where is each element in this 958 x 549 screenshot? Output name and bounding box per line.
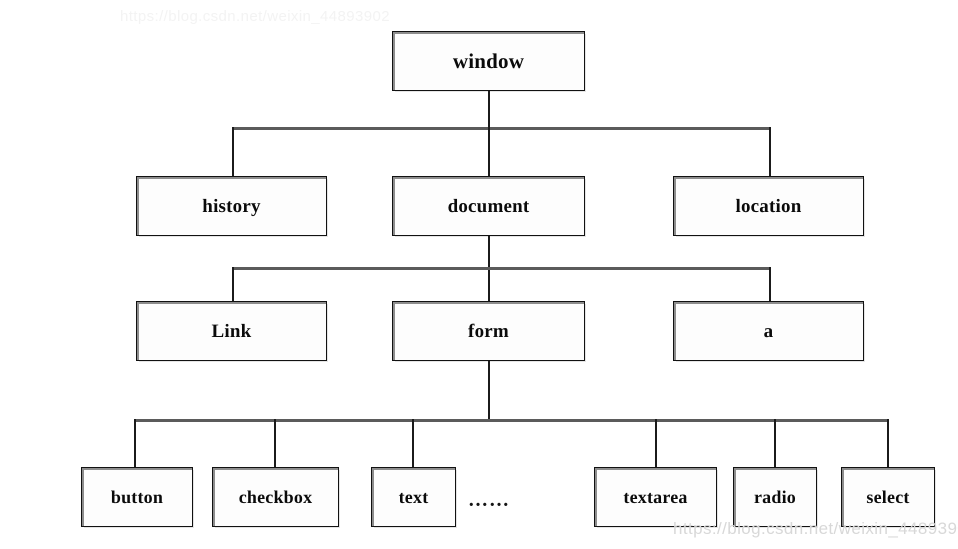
node-history-label: history	[202, 195, 261, 217]
node-link-label: Link	[211, 320, 252, 342]
node-checkbox[interactable]: checkbox	[212, 467, 339, 527]
node-location[interactable]: location	[673, 176, 864, 236]
node-window-label: window	[452, 48, 525, 73]
node-a-label: a	[763, 320, 774, 342]
node-radio-label: radio	[753, 487, 796, 507]
node-link[interactable]: Link	[136, 301, 327, 361]
node-select-label: select	[866, 487, 910, 507]
drop-to-text	[412, 419, 414, 467]
node-document-label: document	[447, 195, 530, 217]
drop-to-document	[488, 127, 490, 177]
watermark-url-ghost-top: https://blog.csdn.net/weixin_44893902	[120, 8, 390, 25]
node-history[interactable]: history	[136, 176, 327, 236]
node-select[interactable]: select	[841, 467, 935, 527]
node-form[interactable]: form	[392, 301, 585, 361]
node-button-label: button	[110, 487, 164, 507]
drop-to-history	[232, 127, 234, 177]
drop-to-a	[769, 267, 771, 302]
ellipsis-more-controls: ……	[468, 489, 510, 511]
drop-to-location	[769, 127, 771, 177]
node-document[interactable]: document	[392, 176, 585, 236]
node-checkbox-label: checkbox	[238, 487, 313, 507]
node-button[interactable]: button	[81, 467, 193, 527]
edge-form-to-bus	[488, 361, 490, 421]
bus-level3	[232, 267, 771, 270]
drop-to-button	[134, 419, 136, 467]
drop-to-select	[887, 419, 889, 467]
dom-tree-diagram: window history document location Link fo…	[0, 0, 958, 549]
drop-to-link	[232, 267, 234, 302]
node-location-label: location	[735, 195, 802, 217]
drop-to-radio	[774, 419, 776, 467]
drop-to-textarea	[655, 419, 657, 467]
node-textarea[interactable]: textarea	[594, 467, 717, 527]
bus-level2	[232, 127, 771, 130]
node-text-label: text	[398, 487, 429, 507]
node-text[interactable]: text	[371, 467, 456, 527]
node-a[interactable]: a	[673, 301, 864, 361]
node-window[interactable]: window	[392, 31, 585, 91]
watermark-url: https://blog.csdn.net/weixin_44893902	[673, 519, 958, 538]
node-form-label: form	[468, 320, 509, 342]
drop-to-checkbox	[274, 419, 276, 467]
node-radio[interactable]: radio	[733, 467, 817, 527]
node-textarea-label: textarea	[623, 487, 688, 507]
edge-window-to-bus	[488, 91, 490, 129]
